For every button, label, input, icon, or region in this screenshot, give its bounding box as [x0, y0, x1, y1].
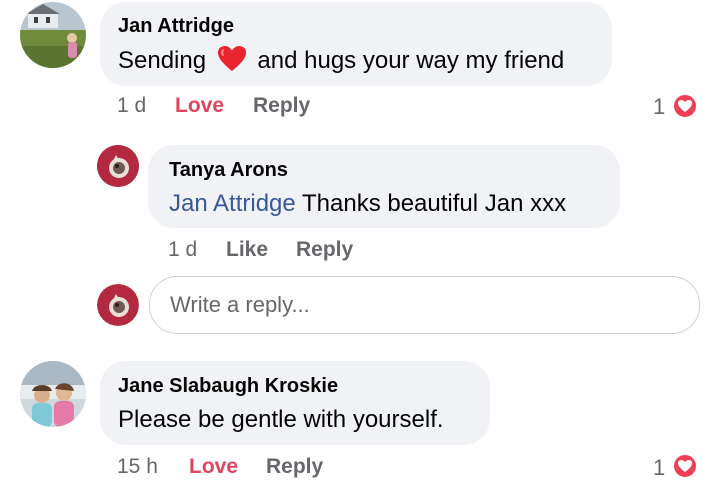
- love-button[interactable]: Love: [189, 455, 238, 479]
- comment-author[interactable]: Jan Attridge: [118, 15, 234, 38]
- comment-text-end: and hugs your way my friend: [257, 47, 565, 74]
- reaction-count[interactable]: 1: [653, 94, 665, 120]
- comment-timestamp[interactable]: 1 d: [117, 94, 146, 118]
- comment-text: Sending and hugs your way my friend: [118, 45, 564, 75]
- write-reply-placeholder: Write a reply...: [170, 292, 310, 317]
- avatar-jan-attridge[interactable]: [20, 2, 86, 68]
- comment-text-start: Sending: [118, 47, 207, 74]
- reaction-count[interactable]: 1: [653, 455, 665, 481]
- comment-text: Please be gentle with yourself.: [118, 406, 444, 433]
- mention-jan-attridge[interactable]: Jan Attridge: [169, 190, 296, 217]
- comment-author[interactable]: Jane Slabaugh Kroskie: [118, 375, 338, 398]
- avatar-current-user[interactable]: [97, 284, 139, 326]
- reply-button[interactable]: Reply: [296, 238, 353, 262]
- reply-message: Thanks beautiful Jan xxx: [301, 190, 567, 217]
- avatar-tanya-arons[interactable]: [97, 145, 139, 187]
- reply-timestamp[interactable]: 1 d: [168, 238, 197, 262]
- red-heart-emoji: [217, 45, 247, 73]
- heart-reaction-icon[interactable]: [672, 93, 698, 119]
- reply-button[interactable]: Reply: [266, 455, 323, 479]
- avatar-jane-slabaugh-kroskie[interactable]: [20, 361, 86, 427]
- love-button[interactable]: Love: [175, 94, 224, 118]
- heart-reaction-icon[interactable]: [672, 453, 698, 479]
- reply-author[interactable]: Tanya Arons: [169, 159, 288, 182]
- write-reply-input[interactable]: Write a reply...: [149, 276, 700, 334]
- reply-button[interactable]: Reply: [253, 94, 310, 118]
- like-button[interactable]: Like: [226, 238, 268, 262]
- reply-text: Jan Attridge Thanks beautiful Jan xxx: [169, 190, 566, 218]
- comment-timestamp[interactable]: 15 h: [117, 455, 158, 479]
